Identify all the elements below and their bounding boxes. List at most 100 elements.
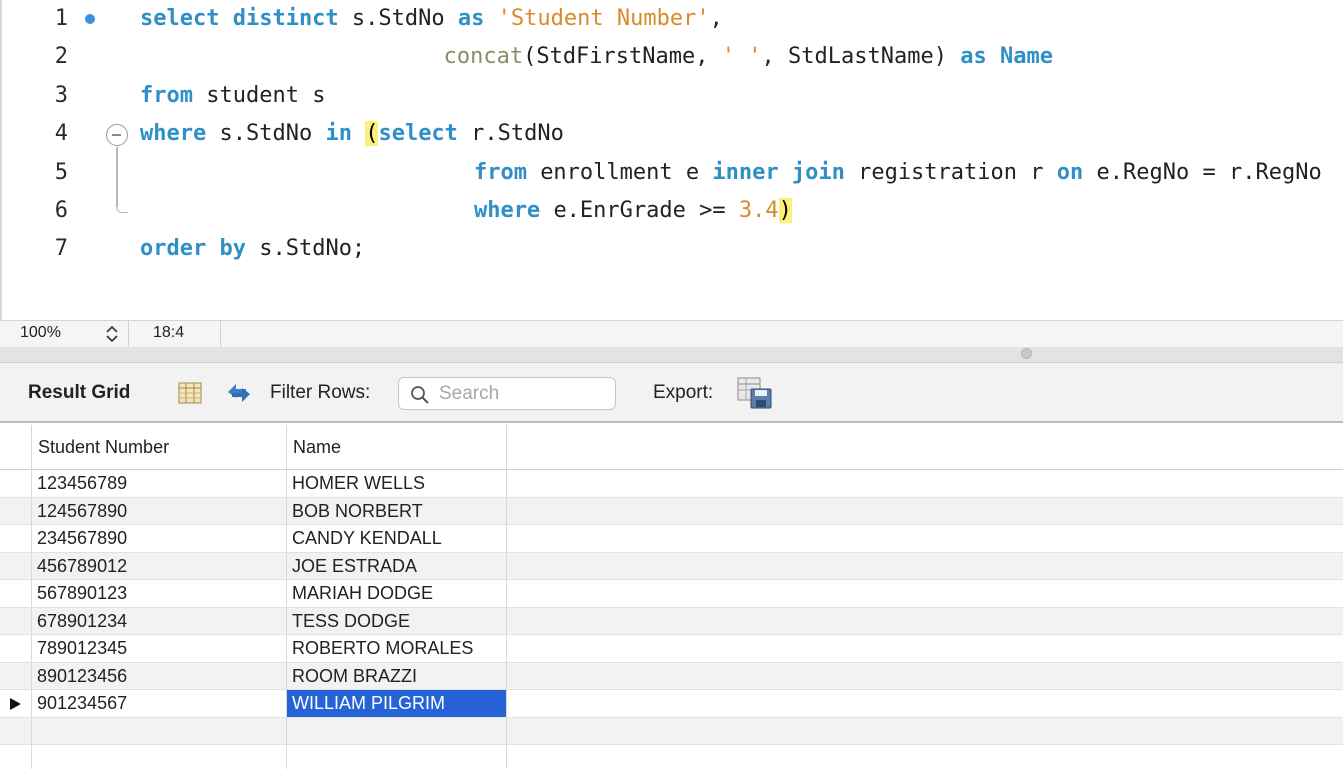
cell-name[interactable]: MARIAH DODGE [287, 580, 507, 607]
table-row[interactable] [0, 717, 1343, 745]
cell-name[interactable]: JOE ESTRADA [287, 552, 507, 580]
cell-name[interactable] [287, 717, 507, 745]
table-row[interactable]: 234567890 CANDY KENDALL [0, 525, 1343, 553]
code-token: Name [999, 44, 1053, 70]
cell-student-number[interactable]: 789012345 [32, 635, 287, 662]
code-text: from student s [140, 77, 325, 115]
cell-student-number[interactable]: 234567890 [32, 525, 287, 552]
refresh-icon[interactable] [224, 380, 254, 412]
code-line[interactable]: 2 concat(StdFirstName, ' ', StdLastName) … [2, 38, 1343, 76]
cell-name[interactable]: CANDY KENDALL [287, 525, 507, 552]
cell-student-number[interactable] [32, 717, 287, 745]
code-token: where [473, 198, 554, 223]
result-grid-tab[interactable]: Result Grid [28, 382, 130, 404]
search-icon [409, 384, 431, 412]
splitter-handle-icon[interactable] [1021, 348, 1032, 359]
cell-name[interactable]: TESS DODGE [287, 607, 507, 635]
code-line[interactable]: 4 where s.StdNo in (select r.StdNo [2, 115, 1343, 153]
status-divider [220, 321, 221, 348]
code-token: e.EnrGrade >= [553, 198, 739, 223]
execution-marker-icon [85, 14, 95, 24]
code-text: order by s.StdNo; [140, 230, 365, 268]
line-number: 7 [54, 236, 68, 262]
code-line[interactable]: 6 where e.EnrGrade >= 3.4) [2, 192, 1343, 230]
code-line[interactable]: 3 from student s [2, 77, 1343, 115]
row-header-cell[interactable] [0, 497, 32, 525]
code-token: ' ' [721, 44, 762, 70]
table-row[interactable]: 567890123 MARIAH DODGE [0, 580, 1343, 608]
column-header-student-number[interactable]: Student Number [32, 425, 287, 470]
line-number: 2 [54, 44, 68, 70]
cell-student-number[interactable]: 901234567 [32, 690, 287, 717]
row-header-cell[interactable] [0, 635, 32, 662]
sql-editor[interactable]: 1 select distinct s.StdNo as 'Student Num… [0, 0, 1343, 320]
code-token: r.StdNo [471, 121, 564, 147]
line-number: 1 [54, 6, 68, 31]
cell-name[interactable]: WILLIAM PILGRIM [287, 690, 507, 717]
cell-student-number[interactable]: 124567890 [32, 497, 287, 525]
code-text: select distinct s.StdNo as 'Student Numb… [140, 0, 723, 38]
cell-student-number[interactable]: 678901234 [32, 607, 287, 635]
filter-search-input[interactable] [439, 382, 609, 406]
cell-student-number[interactable]: 123456789 [32, 470, 287, 497]
export-save-icon[interactable] [737, 377, 773, 415]
cell-student-number[interactable]: 456789012 [32, 552, 287, 580]
grid-layout-icon[interactable] [178, 382, 202, 410]
row-header-cell[interactable] [0, 470, 32, 497]
code-line[interactable]: 5 from enrollment e inner join registrati… [2, 154, 1343, 192]
filter-rows-label: Filter Rows: [270, 382, 371, 403]
row-header-cell[interactable] [0, 745, 32, 769]
cell-student-number[interactable] [32, 745, 287, 769]
code-text: concat(StdFirstName, ' ', StdLastName) a… [444, 38, 1053, 76]
row-header-cell[interactable] [0, 717, 32, 745]
table-row[interactable]: 789012345 ROBERTO MORALES [0, 635, 1343, 663]
table-row[interactable]: 123456789 HOMER WELLS [0, 470, 1343, 498]
row-header-cell[interactable] [0, 552, 32, 580]
code-line[interactable]: 7 order by s.StdNo; [2, 230, 1343, 268]
code-token: in [325, 121, 366, 147]
cell-name[interactable]: ROBERTO MORALES [287, 635, 507, 662]
row-header-cell[interactable] [0, 525, 32, 552]
row-header-cell[interactable] [0, 690, 32, 717]
cell-name[interactable] [287, 745, 507, 769]
table-row[interactable]: 890123456 ROOM BRAZZI [0, 662, 1343, 690]
column-header-name[interactable]: Name [287, 425, 507, 470]
fold-guide [116, 147, 118, 207]
code-token: inner join [712, 159, 859, 185]
fold-collapse-icon[interactable] [106, 124, 128, 146]
code-token: , [709, 6, 723, 31]
table-row[interactable]: 901234567 WILLIAM PILGRIM [0, 690, 1343, 718]
row-header-cell[interactable] [0, 662, 32, 690]
filter-search-box[interactable] [398, 377, 616, 410]
code-token: student s [206, 82, 326, 108]
cell-name[interactable]: HOMER WELLS [287, 470, 507, 497]
row-header-cell[interactable] [0, 607, 32, 635]
table-row[interactable]: 678901234 TESS DODGE [0, 607, 1343, 635]
fold-guide-end [116, 205, 128, 213]
cell-student-number[interactable]: 567890123 [32, 580, 287, 607]
code-token: , StdLastName) [761, 44, 961, 70]
code-token: select distinct [140, 6, 352, 31]
cell-name[interactable]: BOB NORBERT [287, 497, 507, 525]
export-label: Export: [653, 382, 714, 403]
code-token: ( [365, 121, 379, 147]
cell-name[interactable]: ROOM BRAZZI [287, 662, 507, 690]
line-number: 6 [54, 198, 68, 223]
table-row[interactable]: 456789012 JOE ESTRADA [0, 552, 1343, 580]
code-token: 'Student Number' [497, 6, 710, 31]
zoom-stepper-icon[interactable] [102, 323, 122, 345]
code-token: as [457, 6, 498, 31]
code-token: e.RegNo = r.RegNo [1096, 159, 1322, 185]
panel-splitter[interactable] [0, 347, 1343, 363]
code-line[interactable]: 1 select distinct s.StdNo as 'Student Num… [2, 0, 1343, 38]
code-token: 3.4 [738, 198, 779, 223]
code-token: select [378, 121, 472, 147]
row-header-corner [0, 425, 32, 470]
code-token: ) [778, 198, 792, 223]
cell-student-number[interactable]: 890123456 [32, 662, 287, 690]
code-token: (StdFirstName, [523, 44, 722, 70]
table-row[interactable]: 124567890 BOB NORBERT [0, 497, 1343, 525]
table-row[interactable] [0, 745, 1343, 769]
result-grid[interactable]: Student Number Name 123456789 HOMER WELLS… [0, 425, 1343, 769]
row-header-cell[interactable] [0, 580, 32, 607]
